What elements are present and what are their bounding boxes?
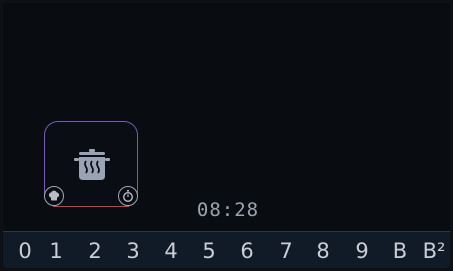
power-level-8[interactable]: 8 xyxy=(308,239,338,263)
power-level-0[interactable]: 0 xyxy=(10,239,40,263)
pot-steam-icon xyxy=(74,149,110,180)
power-level-4[interactable]: 4 xyxy=(156,239,186,263)
power-level-2[interactable]: 2 xyxy=(80,239,110,263)
power-level-slider[interactable]: 0 1 2 3 4 5 6 7 8 9 B B² xyxy=(3,231,450,268)
clock-display: 08:28 xyxy=(196,199,260,221)
power-level-boost-2[interactable]: B² xyxy=(419,239,449,263)
power-level-1[interactable]: 1 xyxy=(41,239,71,263)
chef-hat-icon[interactable] xyxy=(44,186,64,206)
hob-display: 08:28 0 1 2 3 4 5 6 7 8 9 B B² xyxy=(3,3,450,268)
power-level-7[interactable]: 7 xyxy=(271,239,301,263)
power-level-9[interactable]: 9 xyxy=(347,239,377,263)
stopwatch-icon[interactable] xyxy=(118,186,138,206)
power-level-boost[interactable]: B xyxy=(385,239,415,263)
power-level-6[interactable]: 6 xyxy=(232,239,262,263)
power-level-3[interactable]: 3 xyxy=(118,239,148,263)
power-level-5[interactable]: 5 xyxy=(194,239,224,263)
